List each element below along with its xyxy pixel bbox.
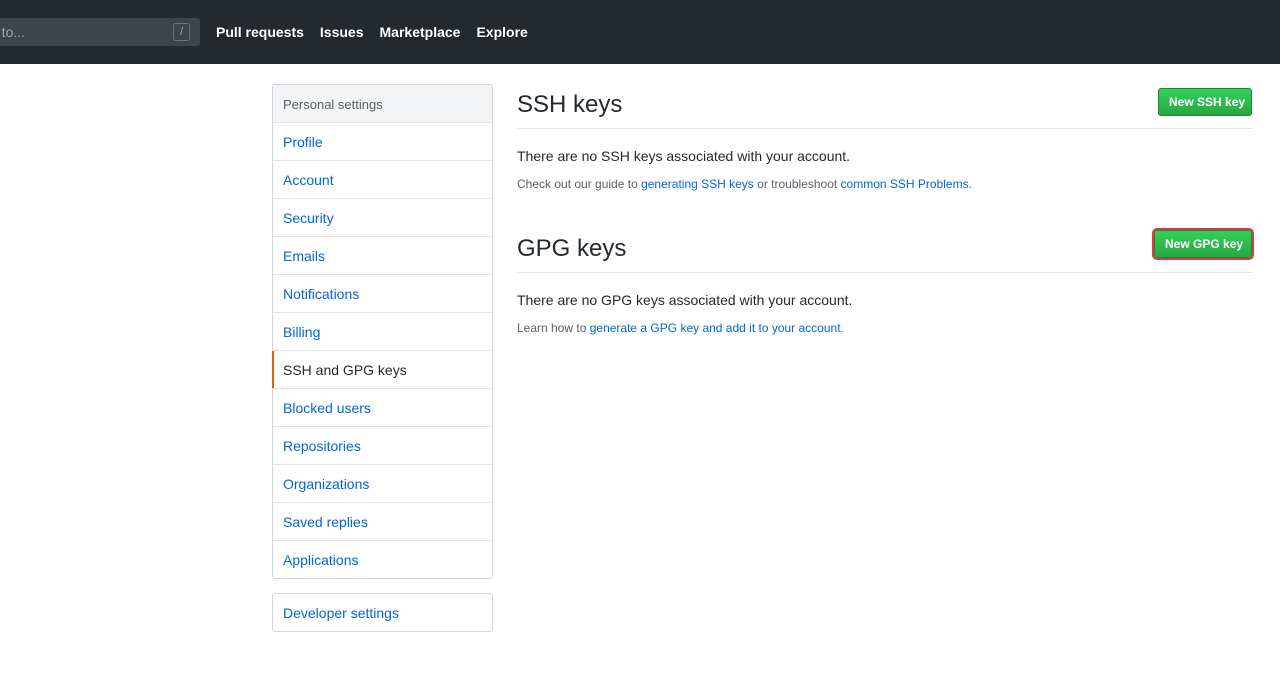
sidebar-item-emails[interactable]: Emails: [273, 237, 492, 275]
gpg-note-prefix: Learn how to: [517, 321, 590, 335]
common-ssh-problems-link[interactable]: common SSH Problems: [841, 177, 969, 191]
new-ssh-key-button[interactable]: New SSH key: [1158, 88, 1252, 116]
new-gpg-key-button[interactable]: New GPG key: [1154, 230, 1252, 258]
ssh-note-middle: or troubleshoot: [753, 177, 841, 191]
ssh-empty-message: There are no SSH keys associated with yo…: [517, 148, 851, 164]
ssh-help-note: Check out our guide to generating SSH ke…: [517, 177, 1252, 191]
header-nav: Pull requests Issues Marketplace Explore: [216, 24, 544, 40]
sidebar-item-billing[interactable]: Billing: [273, 313, 492, 351]
sidebar-item-blocked-users[interactable]: Blocked users: [273, 389, 492, 427]
nav-marketplace[interactable]: Marketplace: [380, 24, 461, 40]
gpg-keys-title: GPG keys: [517, 235, 627, 262]
search-input[interactable]: o to... /: [0, 18, 200, 46]
generate-gpg-key-link[interactable]: generate a GPG key and add it to your ac…: [590, 321, 841, 335]
sidebar-item-notifications[interactable]: Notifications: [273, 275, 492, 313]
ssh-note-suffix: .: [968, 177, 972, 191]
nav-explore[interactable]: Explore: [476, 24, 527, 40]
main-content: SSH keys New SSH key There are no SSH ke…: [517, 84, 1252, 335]
ssh-note-prefix: Check out our guide to: [517, 177, 642, 191]
search-placeholder: o to...: [0, 24, 26, 40]
sidebar-item-account[interactable]: Account: [273, 161, 492, 199]
sidebar-item-developer-settings[interactable]: Developer settings: [273, 594, 492, 631]
sidebar-item-security[interactable]: Security: [273, 199, 492, 237]
sidebar-item-saved-replies[interactable]: Saved replies: [273, 503, 492, 541]
sidebar-heading: Personal settings: [273, 85, 492, 123]
gpg-empty-message: There are no GPG keys associated with yo…: [517, 292, 853, 308]
nav-pull-requests[interactable]: Pull requests: [216, 24, 304, 40]
sidebar-item-profile[interactable]: Profile: [273, 123, 492, 161]
gpg-help-note: Learn how to generate a GPG key and add …: [517, 321, 1252, 335]
nav-issues[interactable]: Issues: [320, 24, 364, 40]
gpg-keys-header: GPG keys New GPG key: [517, 228, 1252, 273]
sidebar-item-ssh-gpg-keys[interactable]: SSH and GPG keys: [272, 351, 492, 389]
ssh-keys-title: SSH keys: [517, 91, 623, 118]
sidebar-item-repositories[interactable]: Repositories: [273, 427, 492, 465]
ssh-keys-header: SSH keys New SSH key: [517, 84, 1252, 129]
sidebar-item-applications[interactable]: Applications: [273, 541, 492, 578]
sidebar-item-organizations[interactable]: Organizations: [273, 465, 492, 503]
slash-shortcut-icon: /: [173, 23, 190, 41]
gpg-note-suffix: .: [840, 321, 844, 335]
generating-ssh-keys-link[interactable]: generating SSH keys: [641, 177, 754, 191]
top-navigation-bar: o to... / Pull requests Issues Marketpla…: [0, 0, 1280, 64]
developer-settings-menu: Developer settings: [272, 593, 493, 632]
settings-sidebar: Personal settings Profile Account Securi…: [272, 84, 493, 579]
